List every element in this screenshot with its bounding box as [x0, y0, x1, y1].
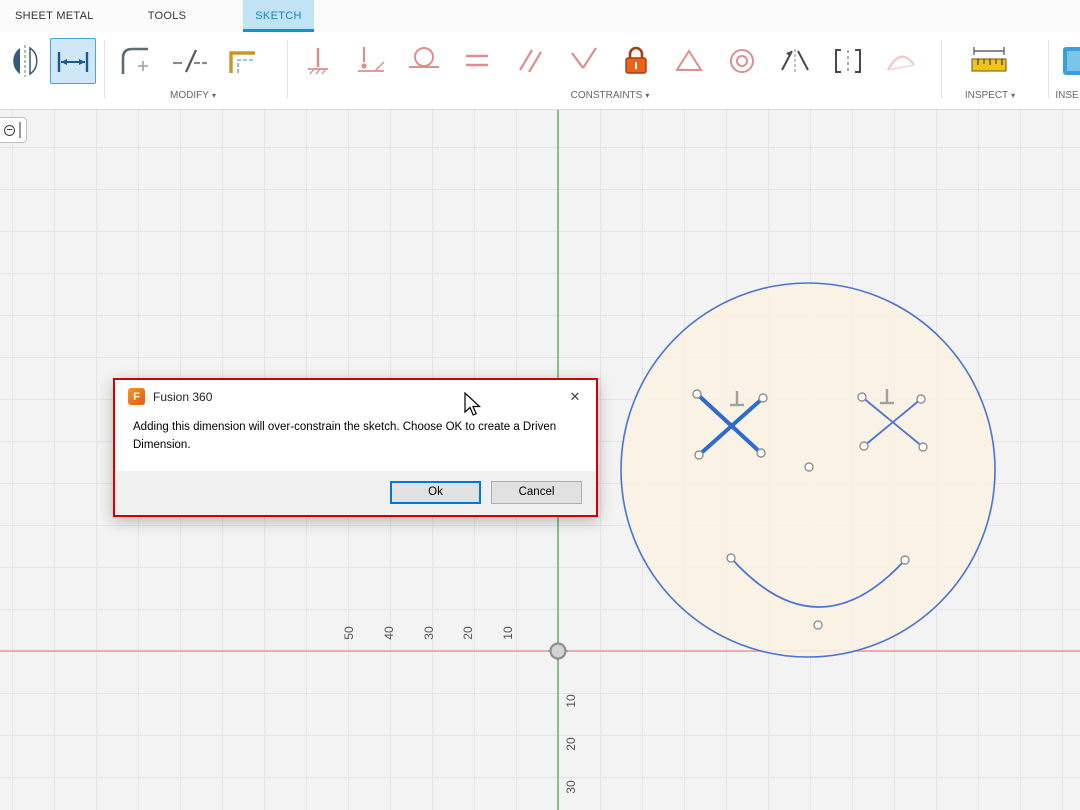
- over-constrain-dialog: F Fusion 360 ✕ Adding this dimension wil…: [113, 378, 598, 517]
- modify-label: MODIFY: [170, 90, 209, 101]
- chevron-down-icon: ▾: [211, 91, 216, 100]
- mirror-tool-icon[interactable]: [2, 38, 48, 84]
- ruler-y-20: 20: [564, 737, 578, 751]
- modify-dropdown[interactable]: MODIFY ▾: [108, 90, 278, 101]
- fusion-logo-icon: F: [128, 388, 145, 405]
- coincident-constraint-icon[interactable]: [348, 38, 394, 84]
- constraints-dropdown[interactable]: CONSTRAINTS ▾: [295, 90, 925, 101]
- fusion-360-window: SHEET METAL TOOLS SKETCH MODIFY ▾ CONSTR…: [0, 0, 1080, 810]
- dialog-footer: Ok Cancel: [115, 470, 596, 515]
- dialog-titlebar[interactable]: F Fusion 360 ✕: [115, 380, 596, 413]
- sketch-dimension-tool-icon[interactable]: [50, 38, 96, 84]
- ruler-x-20: 20: [461, 626, 475, 640]
- tangent-constraint-icon[interactable]: [401, 38, 447, 84]
- fillet-tool-icon[interactable]: [112, 38, 158, 84]
- offset-tool-icon[interactable]: [220, 38, 266, 84]
- dialog-title: Fusion 360: [153, 389, 213, 404]
- equal-constraint-icon[interactable]: [454, 38, 500, 84]
- collapse-minus-icon[interactable]: [4, 124, 15, 136]
- inspect-label: INSPECT: [964, 90, 1009, 101]
- ruler-y-30: 30: [564, 780, 578, 794]
- toolbar-tab-bar: SHEET METAL TOOLS SKETCH: [0, 0, 1080, 32]
- sketch-toolbar: MODIFY ▾ CONSTRAINTS ▾ INSPECT ▾ INSE: [0, 32, 1080, 110]
- horizontal-vertical-constraint-icon[interactable]: [295, 38, 341, 84]
- ruler-x-40: 40: [382, 626, 396, 640]
- tab-sketch[interactable]: SKETCH: [243, 0, 314, 32]
- curvature-constraint-icon[interactable]: [878, 38, 924, 84]
- ruler-y-10: 10: [564, 694, 578, 708]
- midpoint-constraint-icon[interactable]: [666, 38, 712, 84]
- mouse-cursor: [464, 392, 482, 416]
- toolbar-separator: [287, 40, 288, 98]
- chin-point: [813, 620, 823, 630]
- sketch-canvas[interactable]: 50 40 30 20 10 10 20 30 F Fusion 360 ✕ A…: [0, 110, 1080, 810]
- insert-dropdown[interactable]: INSE: [1054, 90, 1080, 101]
- tab-tools[interactable]: TOOLS: [148, 0, 187, 32]
- close-icon[interactable]: ✕: [564, 389, 586, 405]
- chevron-down-icon: ▾: [645, 91, 650, 100]
- origin-marker[interactable]: [548, 641, 568, 661]
- browser-collapse-widget[interactable]: [0, 117, 27, 143]
- ruler-x-10: 10: [501, 626, 515, 640]
- ruler-x-50: 50: [342, 626, 356, 640]
- measure-tool-icon[interactable]: [966, 38, 1012, 84]
- constraints-label: CONSTRAINTS: [570, 90, 643, 101]
- chevron-down-icon: ▾: [1011, 91, 1016, 100]
- dialog-body: Adding this dimension will over-constrai…: [115, 413, 596, 471]
- fix-lock-constraint-icon[interactable]: [613, 38, 659, 84]
- panel-grip-icon[interactable]: [19, 122, 21, 138]
- cancel-button[interactable]: Cancel: [491, 480, 582, 504]
- insert-label: INSE: [1055, 90, 1079, 101]
- trim-tool-icon[interactable]: [166, 38, 212, 84]
- inspect-dropdown[interactable]: INSPECT ▾: [940, 90, 1040, 101]
- collinear-constraint-icon[interactable]: [825, 38, 871, 84]
- tab-sheet-metal[interactable]: SHEET METAL: [15, 0, 94, 32]
- perpendicular-constraint-icon[interactable]: [560, 38, 606, 84]
- parallel-constraint-icon[interactable]: [507, 38, 553, 84]
- ruler-x-30: 30: [422, 626, 436, 640]
- dialog-message: Adding this dimension will over-constrai…: [133, 421, 557, 451]
- concentric-constraint-icon[interactable]: [719, 38, 765, 84]
- ok-button[interactable]: Ok: [390, 480, 481, 504]
- insert-tool-icon[interactable]: [1058, 38, 1080, 84]
- toolbar-separator: [1048, 40, 1049, 98]
- nose-point: [804, 462, 814, 472]
- symmetry-constraint-icon[interactable]: [772, 38, 818, 84]
- toolbar-separator: [104, 40, 105, 98]
